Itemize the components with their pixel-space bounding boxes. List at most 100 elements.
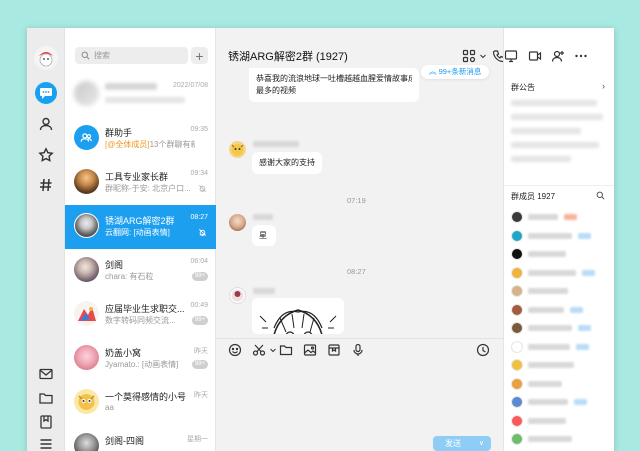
conversation-item[interactable]: 一个莫得感情的小号 aa 昨天: [65, 381, 216, 425]
conversation-name: 群助手: [105, 128, 133, 138]
member-name: [528, 232, 572, 239]
package-icon[interactable]: [327, 343, 341, 357]
member-role-badge: [576, 343, 589, 350]
conversation-avatar: [74, 345, 99, 370]
member-row[interactable]: [511, 322, 611, 335]
chat-app-window: + 2022/07/08 群助手 [@全体成员]13个群聊有新... 09:35…: [27, 28, 614, 451]
search-box[interactable]: [75, 47, 188, 64]
add-member-icon[interactable]: [551, 49, 565, 63]
preview-text: 13个群聊有新...: [149, 140, 195, 149]
conversation-time: 昨天: [194, 392, 208, 399]
message-icon[interactable]: [35, 82, 57, 104]
member-avatar: [511, 433, 523, 445]
member-avatar: [511, 377, 523, 390]
member-row[interactable]: [511, 340, 611, 354]
muted-bell-icon: [199, 185, 206, 193]
conversation-name: 应届毕业生求职交...: [105, 304, 185, 314]
mail-icon[interactable]: [36, 364, 56, 384]
folder-icon[interactable]: [36, 388, 56, 408]
conversation-name: [105, 83, 157, 90]
message-bubble[interactable]: 感谢大家的支持: [252, 152, 322, 174]
conversation-item[interactable]: 奶盖小窝 Jyamato.: [动画表情] 昨天 99+: [65, 337, 216, 381]
member-name: [528, 399, 568, 405]
mention-highlight: [@全体成员]: [105, 140, 150, 149]
message-bubble[interactable]: 恭喜我的流浪地球一吐槽越越血腥爱情故事成为占随 最多的视频: [249, 68, 419, 102]
unread-badge: 99+: [192, 316, 208, 325]
conversation-item[interactable]: 剑阁 chara: 有石粒 06:04 99+: [65, 249, 216, 293]
chevron-right-icon[interactable]: ›: [602, 81, 605, 91]
message-list: 恭喜我的流浪地球一吐槽越越血腥爱情故事成为占随 最多的视频 感谢大家的支持 07…: [216, 68, 503, 334]
contacts-icon[interactable]: [36, 114, 56, 134]
member-row[interactable]: [511, 285, 611, 298]
add-button[interactable]: +: [191, 47, 208, 64]
sender-avatar[interactable]: [229, 287, 246, 304]
user-avatar[interactable]: [34, 46, 58, 70]
menu-icon[interactable]: [36, 434, 56, 451]
message-text: 星: [259, 231, 267, 240]
sender-name: [253, 288, 275, 294]
video-icon[interactable]: [528, 49, 542, 63]
scissors-icon[interactable]: [252, 343, 266, 357]
chevron-down-icon[interactable]: [476, 49, 486, 63]
sender-avatar[interactable]: [229, 141, 246, 158]
member-row[interactable]: [511, 266, 611, 280]
member-role-badge: [578, 232, 591, 239]
conversation-item[interactable]: 应届毕业生求职交... 数字转码同频交流... 00:49 99+: [65, 293, 216, 337]
member-row[interactable]: [511, 359, 611, 372]
announcement-title[interactable]: 群公告: [511, 82, 535, 93]
member-row[interactable]: [511, 396, 611, 409]
screen-share-icon[interactable]: [504, 49, 518, 63]
image-icon[interactable]: [303, 343, 317, 357]
sticker-image[interactable]: [252, 298, 344, 334]
folder-icon[interactable]: [279, 343, 293, 357]
member-name: [528, 380, 562, 387]
conversation-item[interactable]: 工具专业家长群 群昵称-于安: 北京户口... 09:34: [65, 161, 216, 205]
member-row[interactable]: [511, 377, 611, 391]
bookmark-icon[interactable]: [36, 412, 56, 432]
conversation-preview: 云翻网: [动画表情]: [105, 228, 170, 237]
muted-bell-icon: [199, 229, 206, 237]
send-options-chevron-icon[interactable]: ∨: [479, 436, 484, 451]
member-row[interactable]: [511, 414, 611, 428]
member-row[interactable]: [511, 433, 611, 446]
message-text: 感谢大家的支持: [259, 158, 315, 167]
group-info-panel: 群公告 › 群成员 1927: [503, 28, 614, 451]
apps-icon[interactable]: [462, 49, 476, 63]
member-avatar: [511, 396, 523, 408]
search-icon[interactable]: [596, 191, 605, 200]
microphone-icon[interactable]: [351, 343, 365, 357]
history-clock-icon[interactable]: [476, 343, 490, 357]
search-input[interactable]: [94, 51, 184, 60]
conversation-time: 09:35: [190, 126, 208, 133]
chat-panel: 锈湖ARG解密2群 (1927) ︽ 99+条新消息 恭喜我的流浪地球一吐槽越越…: [216, 28, 505, 451]
members-title: 群成员 1927: [511, 192, 556, 201]
hashtag-icon[interactable]: [36, 175, 56, 195]
member-name: [528, 251, 566, 257]
chevron-down-icon[interactable]: [266, 343, 276, 357]
conversation-item-selected[interactable]: 锈湖ARG解密2群 云翻网: [动画表情] 08:27: [65, 205, 216, 249]
conversation-name: 工具专业家长群: [105, 172, 169, 182]
conversation-time: 00:49: [190, 302, 208, 309]
sender-avatar[interactable]: [229, 214, 246, 231]
member-row[interactable]: [511, 303, 611, 317]
more-options-icon[interactable]: [574, 49, 588, 63]
send-button[interactable]: 发送 ∨: [433, 436, 491, 451]
conversation-name: 剑阁-四阁: [105, 436, 144, 446]
member-name: [528, 417, 566, 424]
emoji-icon[interactable]: [228, 343, 242, 357]
member-row[interactable]: [511, 248, 611, 261]
member-row[interactable]: [511, 211, 611, 224]
conversation-item[interactable]: 2022/07/08: [65, 73, 216, 117]
member-name: [528, 214, 558, 220]
conversation-avatar: [74, 301, 99, 326]
conversation-avatar: [74, 169, 99, 194]
chat-title: 锈湖ARG解密2群 (1927): [228, 51, 348, 63]
conversation-item[interactable]: 剑阁-四阁 星期一: [65, 425, 216, 451]
conversation-preview: 群昵称-于安: 北京户口...: [105, 184, 191, 193]
member-name: [528, 269, 576, 276]
message-bubble[interactable]: 星: [252, 225, 276, 246]
member-row[interactable]: [511, 229, 611, 243]
star-icon[interactable]: [36, 145, 56, 165]
input-toolbar: [216, 338, 503, 360]
conversation-item[interactable]: 群助手 [@全体成员]13个群聊有新... 09:35: [65, 117, 216, 161]
